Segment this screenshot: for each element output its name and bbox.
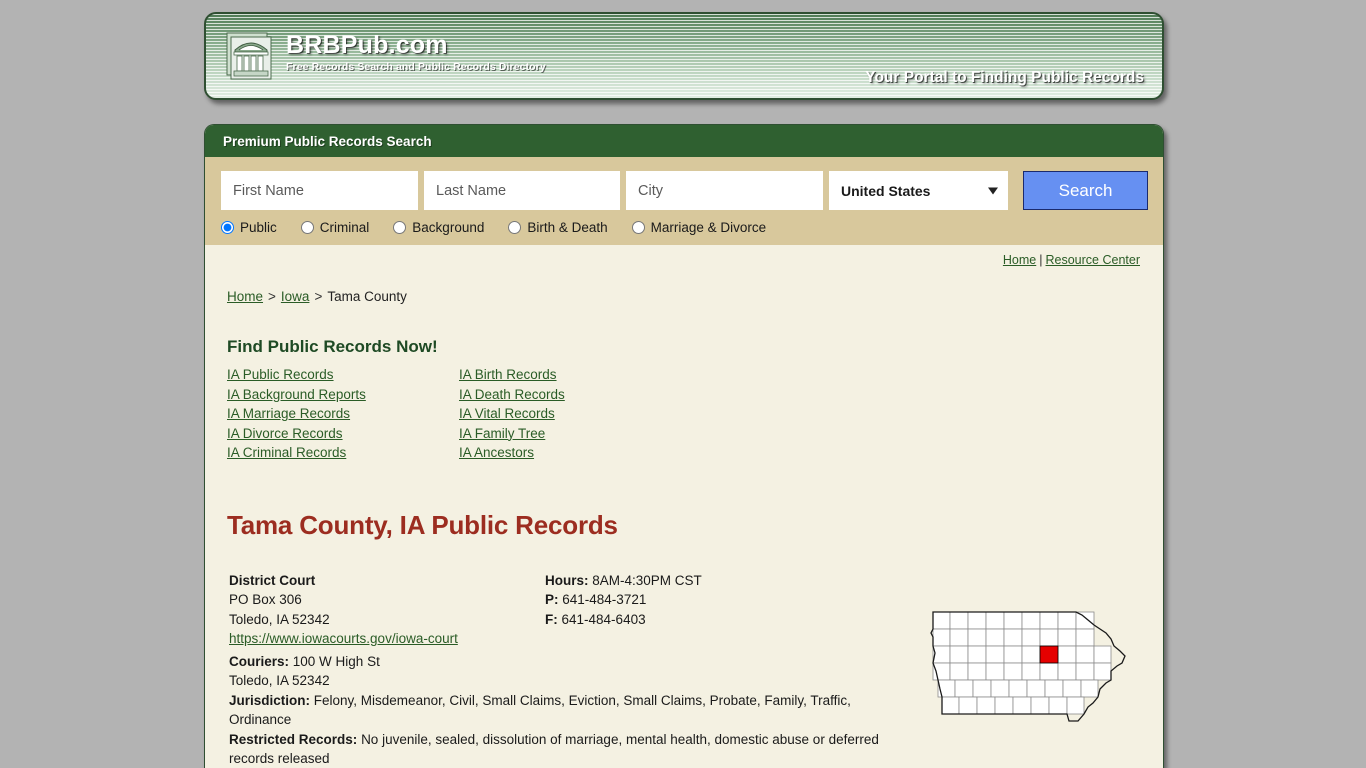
- court-info-block: District Court PO Box 306 Toledo, IA 523…: [229, 571, 909, 768]
- phone-value: 641-484-3721: [562, 592, 647, 607]
- brand-tagline: Free Records Search and Public Records D…: [286, 61, 546, 74]
- breadcrumb-sep-2: >: [314, 289, 323, 304]
- radio-option-marriage-divorce[interactable]: Marriage & Divorce: [631, 220, 767, 235]
- utility-link-separator: |: [1039, 253, 1043, 267]
- utility-link-home[interactable]: Home: [1003, 253, 1036, 267]
- first-name-input[interactable]: [221, 171, 418, 210]
- radio-option-background[interactable]: Background: [393, 220, 484, 235]
- link-ia-divorce-records[interactable]: IA Divorce Records: [227, 424, 459, 444]
- utility-link-resource-center[interactable]: Resource Center: [1046, 253, 1141, 267]
- jurisdiction-label: Jurisdiction:: [229, 692, 311, 708]
- page-title: Tama County, IA Public Records: [227, 509, 618, 540]
- radio-label-marriage-divorce: Marriage & Divorce: [650, 220, 767, 235]
- last-name-input[interactable]: [424, 171, 620, 210]
- link-ia-vital-records[interactable]: IA Vital Records: [459, 404, 1163, 424]
- radio-option-public[interactable]: Public: [221, 220, 277, 235]
- radio-input-marriage-divorce[interactable]: [631, 221, 645, 234]
- court-website-link[interactable]: https://www.iowacourts.gov/iowa-court: [229, 631, 458, 646]
- breadcrumb-current: Tama County: [327, 289, 407, 304]
- radio-input-public[interactable]: [221, 221, 234, 234]
- hours-label: Hours:: [545, 572, 589, 588]
- couriers-label: Couriers:: [229, 653, 290, 669]
- country-select[interactable]: United States: [829, 171, 1009, 210]
- brand-text-block: BRBPub.com Free Records Search and Publi…: [286, 28, 546, 74]
- find-records-heading: Find Public Records Now!: [227, 337, 438, 356]
- breadcrumb-home[interactable]: Home: [227, 289, 263, 304]
- radio-label-criminal: Criminal: [319, 220, 370, 235]
- phone-label: P:: [545, 592, 559, 607]
- search-form-area: United States Search Public Criminal B: [205, 157, 1163, 245]
- iowa-county-map: [928, 603, 1133, 736]
- utility-links: Home | Resource Center: [205, 245, 1163, 267]
- court-address-column: District Court PO Box 306 Toledo, IA 523…: [229, 571, 545, 649]
- court-contact-column: Hours: 8AM-4:30PM CST P: 641-484-3721 F:…: [545, 571, 885, 649]
- page-root: BRBPub.com Free Records Search and Publi…: [0, 0, 1366, 768]
- link-ia-public-records[interactable]: IA Public Records: [227, 365, 459, 385]
- fax-value: 641-484-6403: [561, 611, 646, 627]
- couriers-value: 100 W High St: [292, 653, 380, 669]
- restricted-line: Restricted Records: No juvenile, sealed,…: [229, 730, 909, 768]
- page-content: Home | Resource Center Home > Iowa > Tama Coun…: [205, 245, 1163, 768]
- court-po-box: PO Box 306: [229, 592, 302, 607]
- radio-label-public: Public: [240, 220, 277, 235]
- city-input[interactable]: [626, 171, 823, 210]
- highlighted-county-tama: [1039, 645, 1059, 664]
- brand-name: BRBPub.com: [286, 31, 448, 59]
- radio-option-criminal[interactable]: Criminal: [300, 220, 370, 235]
- masthead-slogan: Your Portal to Finding Public Records: [865, 69, 1144, 86]
- radio-label-birth-death: Birth & Death: [527, 220, 608, 235]
- link-ia-death-records[interactable]: IA Death Records: [459, 385, 1163, 405]
- courthouse-building-icon: [222, 28, 274, 80]
- radio-input-criminal[interactable]: [300, 221, 314, 234]
- court-extra-details: Couriers: 100 W High St Toledo, IA 52342…: [229, 652, 909, 768]
- right-sidebar: Additional Resources Tama County IA - Ta…: [915, 603, 1145, 768]
- court-city-state-zip: Toledo, IA 52342: [229, 611, 330, 627]
- link-ia-criminal-records[interactable]: IA Criminal Records: [227, 443, 459, 463]
- link-ia-family-tree[interactable]: IA Family Tree: [459, 424, 1163, 444]
- court-name: District Court: [229, 572, 316, 588]
- restricted-label: Restricted Records:: [229, 731, 358, 747]
- premium-search-title: Premium Public Records Search: [205, 125, 1163, 157]
- couriers-city-line: Toledo, IA 52342: [229, 673, 330, 688]
- country-select-wrap: United States: [829, 171, 1009, 210]
- search-button[interactable]: Search: [1023, 171, 1148, 210]
- breadcrumb-sep-1: >: [268, 289, 276, 304]
- jurisdiction-line: Jurisdiction: Felony, Misdemeanor, Civil…: [229, 691, 909, 730]
- fax-label: F:: [545, 611, 558, 627]
- link-ia-ancestors[interactable]: IA Ancestors: [459, 443, 1163, 463]
- breadcrumb: Home > Iowa > Tama County: [205, 267, 1163, 304]
- hours-value: 8AM-4:30PM CST: [592, 572, 702, 588]
- radio-label-background: Background: [412, 220, 485, 235]
- find-records-link-grid: IA Public Records IA Birth Records IA Ba…: [227, 365, 1163, 463]
- link-ia-background-reports[interactable]: IA Background Reports: [227, 385, 459, 405]
- radio-input-birth-death[interactable]: [508, 221, 522, 234]
- main-panel: Premium Public Records Search United Sta…: [204, 124, 1164, 768]
- site-logo[interactable]: BRBPub.com Free Records Search and Publi…: [222, 28, 546, 80]
- record-type-radio-group: Public Criminal Background Birth & Death…: [221, 220, 1148, 235]
- site-masthead: BRBPub.com Free Records Search and Publi…: [204, 12, 1164, 100]
- search-input-row: United States Search: [221, 171, 1148, 210]
- couriers-line: Couriers: 100 W High St: [229, 652, 909, 672]
- radio-option-birth-death[interactable]: Birth & Death: [508, 220, 608, 235]
- link-ia-marriage-records[interactable]: IA Marriage Records: [227, 404, 459, 424]
- link-ia-birth-records[interactable]: IA Birth Records: [459, 365, 1163, 385]
- breadcrumb-iowa[interactable]: Iowa: [281, 289, 310, 304]
- jurisdiction-value: Felony, Misdemeanor, Civil, Small Claims…: [229, 692, 851, 728]
- court-info-columns: District Court PO Box 306 Toledo, IA 523…: [229, 571, 909, 649]
- radio-input-background[interactable]: [393, 221, 407, 234]
